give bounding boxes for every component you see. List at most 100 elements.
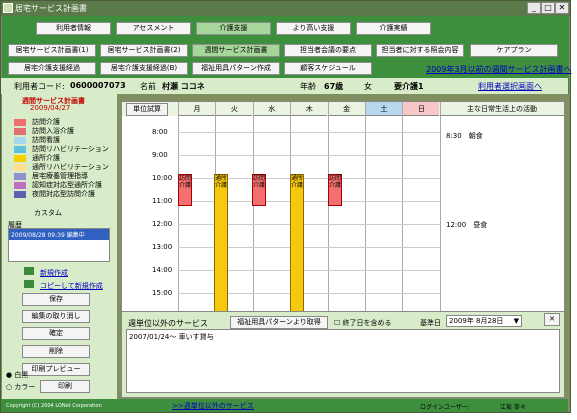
sex-value: 女 — [364, 82, 372, 91]
window-title: 居宅サービス計画書 — [15, 4, 87, 13]
nav-higher-support[interactable]: より高い支援 — [276, 22, 351, 35]
close-service-button[interactable]: ✕ — [544, 313, 560, 326]
link-select-user[interactable]: 利用者選択画面へ — [478, 81, 542, 92]
time-label: 14:00 — [152, 266, 173, 274]
new-link[interactable]: 新規作成 — [40, 268, 68, 278]
time-label: 15:00 — [152, 289, 173, 297]
subnav-equipment[interactable]: 福祉用具パターン作成 — [192, 62, 280, 75]
history-list[interactable]: 2009/08/28 09:39 編集中 — [8, 228, 110, 262]
time-label: 12:00 — [152, 220, 173, 228]
title-bar: 居宅サービス計画書 _ □ ✕ — [1, 1, 570, 16]
event-mon[interactable]: 訪問介護 — [178, 174, 192, 206]
nav-assessment[interactable]: アセスメント — [116, 22, 191, 35]
legend-item: 訪問入浴介護 — [14, 127, 74, 135]
time-label: 10:00 — [152, 174, 173, 182]
subnav-weekly[interactable]: 週間サービス計画書 — [192, 44, 280, 57]
legend-item: 夜間対応型訪問介護 — [14, 190, 95, 198]
footer-link[interactable]: >>週単位以外のサービス — [172, 401, 254, 411]
legend-swatch — [14, 163, 26, 171]
link-prev-plans[interactable]: 2009年3月以前の週間サービス計画書へ — [426, 64, 571, 75]
confirm-button[interactable]: 確定 — [22, 327, 90, 340]
legend-item: 通所介護 — [14, 154, 60, 162]
minimize-button[interactable]: _ — [527, 2, 541, 14]
event-fri[interactable]: 訪問介護 — [328, 174, 342, 206]
time-label: 8:00 — [152, 128, 168, 136]
legend-item: 認知症対応型通所介護 — [14, 181, 102, 189]
custom-label: カスタム — [34, 209, 62, 217]
legend-item: 居宅療養管理指導 — [14, 172, 88, 180]
legend-swatch — [14, 154, 26, 162]
legend-swatch — [14, 145, 26, 153]
legend-label: 夜間対応型訪問介護 — [32, 190, 95, 198]
legend-item: 訪問看護 — [14, 136, 60, 144]
event-tue[interactable]: 通所介護 — [214, 174, 228, 320]
copy-link[interactable]: コピーして新規作成 — [40, 281, 103, 291]
name-label: 名前 — [140, 82, 156, 91]
time-label: 9:00 — [152, 151, 168, 159]
login-user: 江坂 寧々 — [500, 404, 526, 411]
day-header: 火 — [215, 102, 253, 116]
subnav-plan2[interactable]: 居宅サービス計画書(2) — [100, 44, 188, 57]
delete-button[interactable]: 削除 — [22, 345, 90, 358]
history-item[interactable]: 2009/08/28 09:39 編集中 — [9, 229, 109, 240]
legend-swatch — [14, 181, 26, 189]
name-value: 村瀬 ココネ — [162, 82, 205, 91]
close-button[interactable]: ✕ — [555, 2, 569, 14]
care-level: 要介護1 — [394, 82, 424, 91]
day-column — [178, 102, 179, 320]
day-header: 日 — [402, 102, 440, 116]
day-header: 水 — [252, 102, 290, 116]
subnav-inquiry[interactable]: 担当者に対する照会内容 — [376, 44, 464, 57]
day-header: 土 — [365, 102, 402, 116]
life-activity-header: 主な日常生活上の活動 — [440, 102, 564, 116]
time-label: 13:00 — [152, 243, 173, 251]
subnav-progress[interactable]: 居宅介護支援経過 — [8, 62, 96, 75]
include-end-checkbox[interactable]: ☐ 終了日を含める — [334, 318, 392, 328]
day-header: 月 — [178, 102, 215, 116]
legend-item: 通所リハビリテーション — [14, 163, 109, 171]
time-label: 11:00 — [152, 197, 173, 205]
weekly-grid: 単位試算 月火水木金土日 主な日常生活上の活動 8:00 9:00 10:00 11:… — [121, 101, 565, 320]
equipment-pattern-button[interactable]: 福祉用具パターンより取得 — [230, 316, 328, 329]
subnav-careplan[interactable]: ケアプラン — [470, 44, 558, 57]
base-date-label: 基準日 — [420, 319, 441, 327]
base-date-select[interactable]: 2009年 8月28日 ▼ — [446, 315, 522, 327]
chevron-down-icon: ▼ — [513, 317, 519, 325]
service-panel: 週単位以外のサービス 福祉用具パターンより取得 ☐ 終了日を含める 基準日 20… — [121, 311, 565, 398]
activity-1: 8:30 朝食 — [446, 132, 483, 140]
nav-care-support[interactable]: 介護支援 — [196, 22, 271, 35]
hour-line — [178, 155, 440, 156]
hour-line — [178, 132, 440, 133]
unit-calc-button[interactable]: 単位試算 — [126, 103, 168, 116]
copy-icon — [24, 280, 34, 288]
subnav-progress-b[interactable]: 居宅介護支援経過(B) — [100, 62, 188, 75]
code-label: 利用者コード: — [14, 82, 65, 91]
cancel-edit-button[interactable]: 編集の取り消し — [22, 310, 90, 323]
print-button[interactable]: 印刷 — [40, 380, 90, 393]
legend-swatch — [14, 127, 26, 135]
nav-user-info[interactable]: 利用者情報 — [36, 22, 111, 35]
color-radio[interactable]: ○ カラー — [6, 382, 35, 392]
service-content[interactable]: 2007/01/24～ 車いす貸与 — [126, 329, 560, 393]
event-wed[interactable]: 訪問介護 — [252, 174, 266, 206]
event-thu[interactable]: 通所介護 — [290, 174, 304, 320]
activity-2: 12:00 昼食 — [446, 221, 488, 229]
day-header: 金 — [327, 102, 365, 116]
plan-date: 2009/04/27 — [30, 104, 71, 112]
save-button[interactable]: 保存 — [22, 293, 90, 306]
legend-swatch — [14, 172, 26, 180]
maximize-button[interactable]: □ — [541, 2, 555, 14]
day-column — [252, 102, 254, 320]
subnav-plan1[interactable]: 居宅サービス計画書(1) — [8, 44, 96, 57]
legend-item: 訪問介護 — [14, 118, 60, 126]
age-label: 年齢 — [300, 82, 316, 91]
code-value: 0600007073 — [70, 81, 126, 90]
day-column — [365, 102, 366, 320]
subnav-schedule[interactable]: 顧客スケジュール — [284, 62, 372, 75]
age-value: 67歳 — [324, 82, 344, 91]
legend-swatch — [14, 136, 26, 144]
subnav-meeting[interactable]: 担当者会議の要点 — [284, 44, 372, 57]
print-preview-button[interactable]: 印刷プレビュー — [22, 363, 90, 376]
mono-radio[interactable]: ● 白黒 — [6, 370, 28, 380]
nav-care-record[interactable]: 介護実績 — [356, 22, 431, 35]
